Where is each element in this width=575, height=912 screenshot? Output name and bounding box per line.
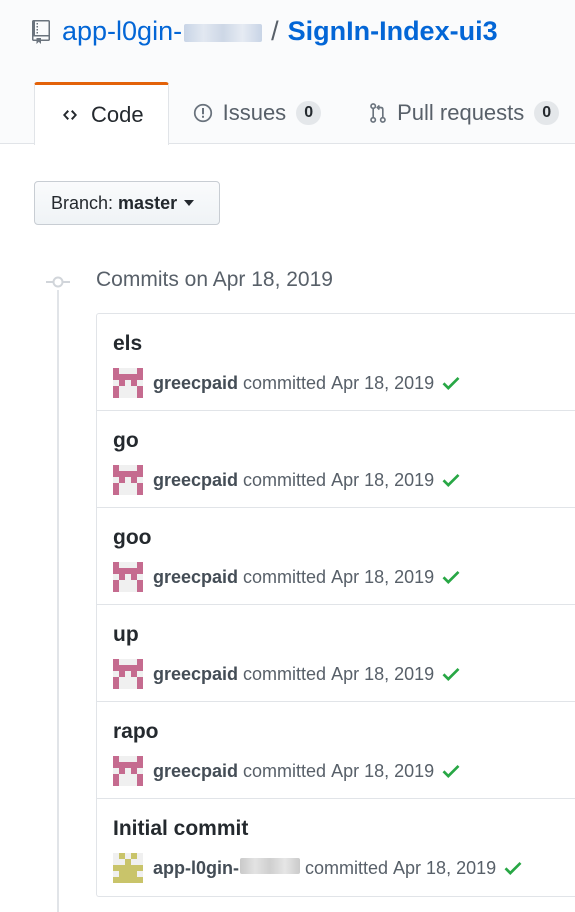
commit-author: app-l0gin- (153, 857, 239, 878)
avatar[interactable] (113, 562, 143, 592)
commit-author-link[interactable]: greecpaid (153, 761, 238, 782)
tab-code-label: Code (91, 102, 144, 127)
branch-prefix: Branch: (51, 192, 114, 213)
commit-date: Apr 18, 2019 (331, 372, 435, 393)
avatar[interactable] (113, 368, 143, 398)
commit-date: Apr 18, 2019 (331, 663, 435, 684)
commit-action: committed (243, 566, 327, 587)
commit-item: rapo greecpaid committed Apr 18, 2019 (97, 702, 575, 799)
tab-pull-requests[interactable]: Pull requests 0 (345, 82, 575, 144)
commit-date: Apr 18, 2019 (331, 566, 435, 587)
commit-meta: greecpaid committed Apr 18, 2019 (113, 562, 460, 592)
pull-requests-counter: 0 (534, 101, 560, 125)
repo-icon (32, 19, 50, 44)
check-icon[interactable] (442, 375, 460, 391)
commit-date: Apr 18, 2019 (393, 857, 497, 878)
repo-header: app-l0gin- / SignIn-Index-ui3 Code Issue… (0, 0, 575, 145)
tab-issues-label: Issues (222, 100, 287, 125)
commit-group-title: Commits on Apr 18, 2019 (96, 268, 333, 291)
commit-meta: greecpaid committed Apr 18, 2019 (113, 465, 460, 495)
commit-timeline-line (57, 290, 59, 912)
check-icon[interactable] (442, 472, 460, 488)
commit-meta: app-l0gin- committed Apr 18, 2019 (113, 853, 522, 883)
triangle-down-icon (184, 200, 195, 206)
commit-action: committed (243, 372, 327, 393)
git-pull-request-icon (369, 102, 387, 124)
commit-author-link[interactable]: greecpaid (153, 567, 238, 588)
commit-date: Apr 18, 2019 (331, 469, 435, 490)
repo-separator: / (271, 16, 279, 46)
tab-issues[interactable]: Issues 0 (169, 82, 346, 144)
repo-owner: app-l0gin- (62, 16, 183, 46)
tab-code[interactable]: Code (34, 82, 169, 145)
commit-action: committed (243, 469, 327, 490)
commit-meta: greecpaid committed Apr 18, 2019 (113, 659, 460, 689)
repo-owner-link[interactable]: app-l0gin- (62, 16, 263, 47)
avatar[interactable] (113, 756, 143, 786)
commit-item: goo greecpaid committed Apr 18, 2019 (97, 508, 575, 605)
branch-name: master (118, 192, 178, 213)
commit-action: committed (243, 760, 327, 781)
commit-message-link[interactable]: rapo (113, 720, 159, 744)
commit-action: committed (243, 663, 327, 684)
commit-author-link[interactable]: app-l0gin- (153, 857, 300, 879)
code-icon (59, 107, 81, 123)
check-icon[interactable] (442, 666, 460, 682)
redacted-owner-suffix (184, 23, 263, 42)
check-icon[interactable] (504, 860, 522, 876)
commit-meta: greecpaid committed Apr 18, 2019 (113, 756, 460, 786)
commit-item: Initial commit app-l0gin- committed Apr … (97, 799, 575, 896)
avatar[interactable] (113, 465, 143, 495)
avatar[interactable] (113, 853, 143, 883)
repo-title: app-l0gin- / SignIn-Index-ui3 (32, 16, 498, 47)
commit-message-link[interactable]: up (113, 623, 139, 647)
repo-name-link[interactable]: SignIn-Index-ui3 (288, 16, 498, 47)
git-commit-icon (46, 276, 70, 288)
commit-item: els greecpaid committed Apr 18, 2019 (97, 314, 575, 411)
commit-item: up greecpaid committed Apr 18, 2019 (97, 605, 575, 702)
commit-message-link[interactable]: goo (113, 526, 151, 550)
redacted-author-suffix (240, 857, 300, 874)
commit-message-link[interactable]: els (113, 332, 142, 356)
commit-message-link[interactable]: go (113, 429, 139, 453)
commit-meta: greecpaid committed Apr 18, 2019 (113, 368, 460, 398)
commit-author-link[interactable]: greecpaid (153, 373, 238, 394)
repo-nav-tabs: Code Issues 0 Pull requests 0 (34, 82, 575, 145)
commit-action: committed (305, 857, 389, 878)
commit-message-link[interactable]: Initial commit (113, 817, 248, 841)
commit-author-link[interactable]: greecpaid (153, 470, 238, 491)
branch-select-button[interactable]: Branch: master (34, 181, 220, 225)
commit-date: Apr 18, 2019 (331, 760, 435, 781)
commit-author-link[interactable]: greecpaid (153, 664, 238, 685)
check-icon[interactable] (442, 569, 460, 585)
tab-pull-requests-label: Pull requests (397, 100, 525, 125)
issue-opened-icon (193, 103, 213, 123)
avatar[interactable] (113, 659, 143, 689)
commit-list: els greecpaid committed Apr 18, 2019 go … (96, 313, 575, 897)
issues-counter: 0 (296, 101, 322, 125)
check-icon[interactable] (442, 763, 460, 779)
commit-item: go greecpaid committed Apr 18, 2019 (97, 411, 575, 508)
